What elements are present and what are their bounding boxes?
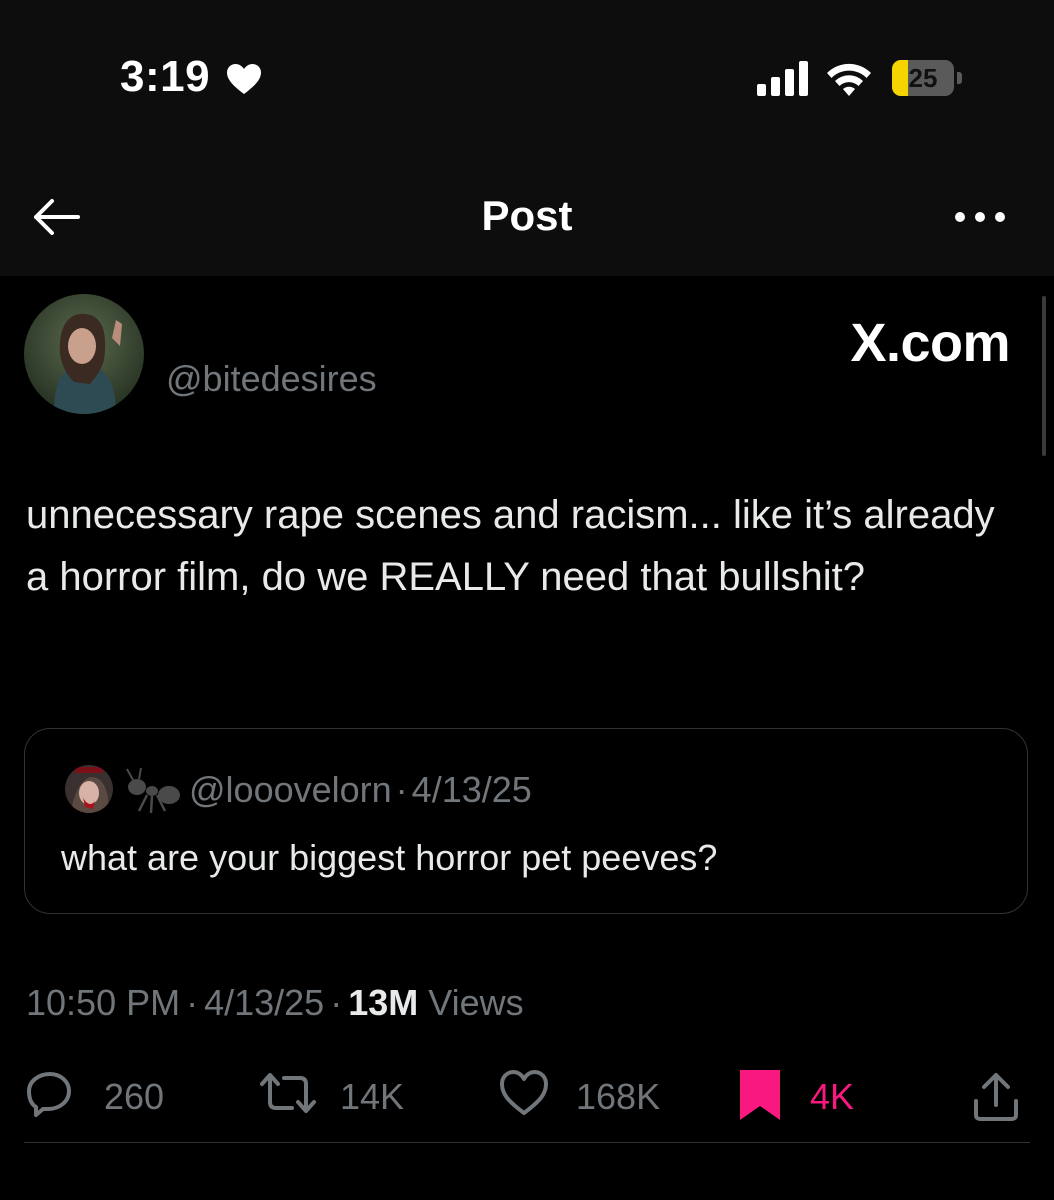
cellular-signal-icon <box>757 61 808 96</box>
battery-body: 25 <box>892 60 954 96</box>
page-title: Post <box>481 192 573 239</box>
meta-separator-1: · <box>186 982 199 1023</box>
post-screen: 3:19 25 Post @bitedesires X.com unnecess… <box>0 0 1054 1200</box>
ant-emoji-icon <box>126 767 180 814</box>
quote-separator: · <box>395 769 408 810</box>
like-button[interactable]: 168K <box>498 1068 668 1124</box>
navigation-header: Post <box>0 160 1054 276</box>
heart-icon <box>227 64 261 94</box>
post-date: 4/13/25 <box>204 982 325 1023</box>
wifi-icon <box>827 63 871 96</box>
divider <box>24 1142 1030 1143</box>
author-avatar[interactable] <box>24 294 144 414</box>
repost-button[interactable]: 14K <box>258 1068 408 1124</box>
reply-icon <box>27 1072 71 1117</box>
views-label: Views <box>428 982 524 1023</box>
quote-date: 4/13/25 <box>411 769 532 810</box>
battery-icon: 25 <box>892 60 964 98</box>
author-handle[interactable]: @bitedesires <box>166 358 377 400</box>
quote-body: what are your biggest horror pet peeves? <box>61 837 718 878</box>
reply-count: 260 <box>104 1076 165 1117</box>
bookmark-button[interactable]: 4K <box>738 1068 868 1124</box>
bookmark-icon <box>740 1070 780 1120</box>
quote-author-handle[interactable]: @looovelorn <box>189 769 392 810</box>
back-arrow-icon[interactable] <box>28 194 84 240</box>
repost-count: 14K <box>340 1076 405 1117</box>
quote-author-avatar <box>65 765 113 813</box>
share-icon[interactable] <box>970 1068 1022 1124</box>
repost-icon <box>260 1073 316 1113</box>
post-body: unnecessary rape scenes and racism... li… <box>26 493 995 599</box>
battery-tip <box>957 72 962 84</box>
post-time: 10:50 PM <box>26 982 181 1023</box>
quote-meta: @looovelorn · 4/13/25 <box>189 769 532 811</box>
status-time: 3:19 <box>120 52 211 101</box>
post-meta: 10:50 PM · 4/13/25 · 13M Views <box>26 982 524 1024</box>
quoted-post[interactable]: @looovelorn · 4/13/25 what are your bigges… <box>24 728 1028 914</box>
heart-outline-icon <box>500 1070 548 1115</box>
views-count[interactable]: 13M <box>348 982 418 1023</box>
bookmark-count: 4K <box>810 1076 855 1117</box>
status-bar: 3:19 25 <box>0 0 1054 160</box>
scroll-indicator <box>1042 296 1046 456</box>
reply-button[interactable]: 260 <box>24 1068 194 1124</box>
more-options-icon[interactable] <box>948 200 1012 234</box>
meta-separator-2: · <box>330 982 343 1023</box>
battery-percentage: 25 <box>908 63 938 93</box>
watermark-logo: X.com <box>850 313 1010 373</box>
like-count: 168K <box>576 1076 661 1117</box>
